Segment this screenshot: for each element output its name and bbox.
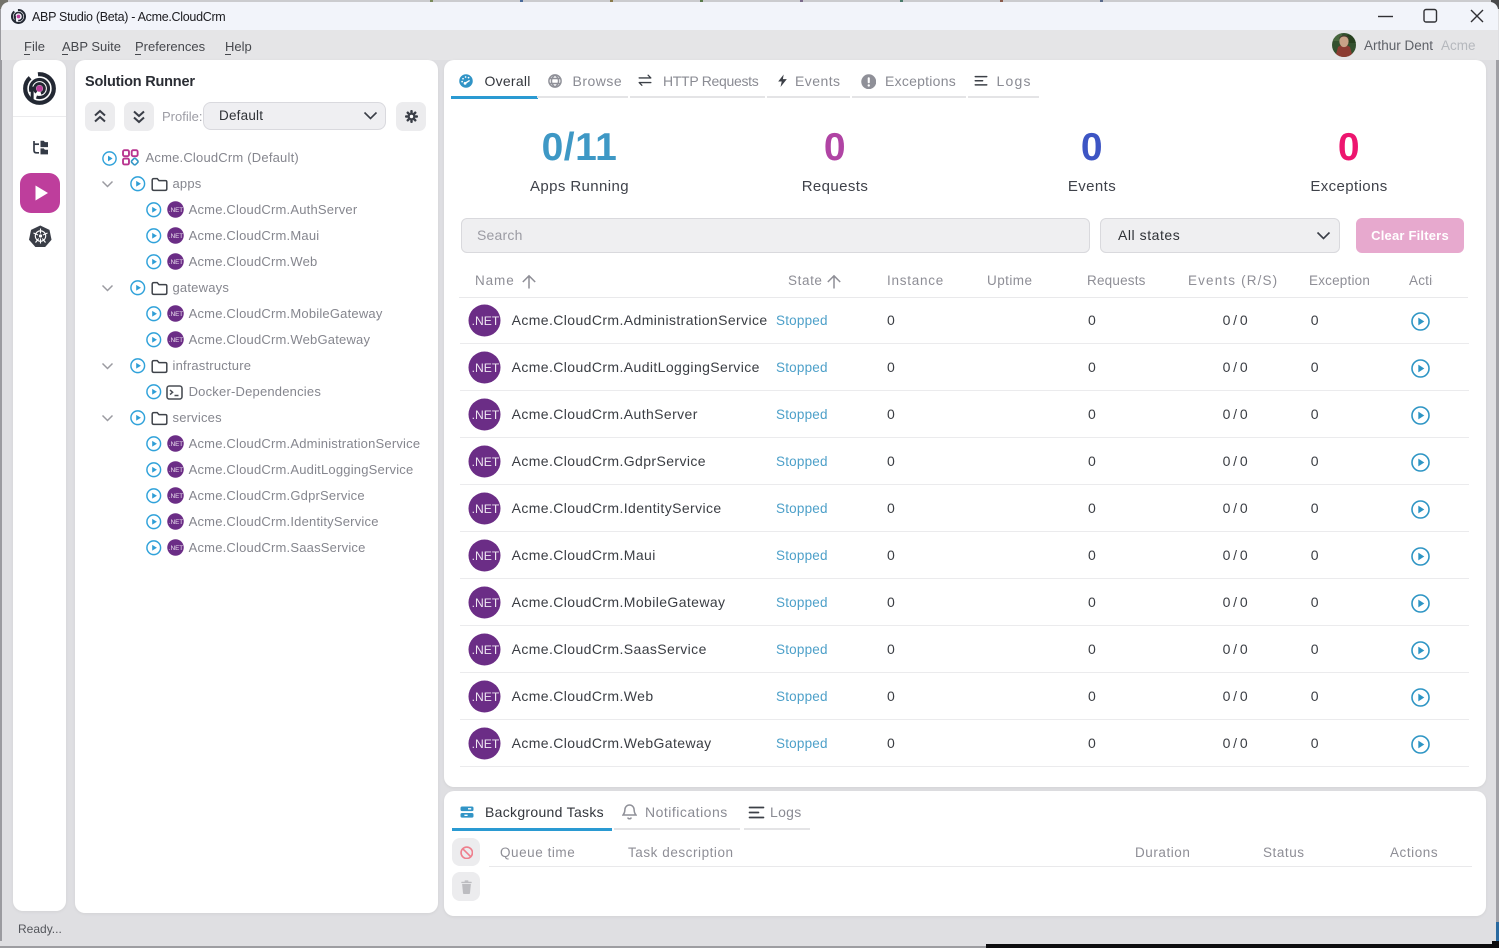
svg-text:.NET: .NET	[168, 337, 182, 344]
svg-text:.NET: .NET	[168, 311, 182, 318]
svg-text:.NET: .NET	[168, 259, 182, 266]
svg-text:.NET: .NET	[472, 408, 500, 422]
svg-text:.NET: .NET	[472, 314, 500, 328]
svg-text:.NET: .NET	[168, 441, 182, 448]
svg-text:.NET: .NET	[168, 207, 182, 214]
svg-text:.NET: .NET	[472, 643, 500, 657]
svg-text:.NET: .NET	[472, 455, 500, 469]
svg-text:.NET: .NET	[472, 361, 500, 375]
svg-text:.NET: .NET	[168, 233, 182, 240]
svg-text:.NET: .NET	[472, 596, 500, 610]
svg-text:.NET: .NET	[168, 493, 182, 500]
svg-text:.NET: .NET	[168, 545, 182, 552]
svg-text:.NET: .NET	[472, 549, 500, 563]
svg-text:.NET: .NET	[168, 467, 182, 474]
svg-text:.NET: .NET	[168, 519, 182, 526]
svg-text:.NET: .NET	[472, 690, 500, 704]
svg-text:.NET: .NET	[472, 502, 500, 516]
svg-text:.NET: .NET	[472, 737, 500, 751]
